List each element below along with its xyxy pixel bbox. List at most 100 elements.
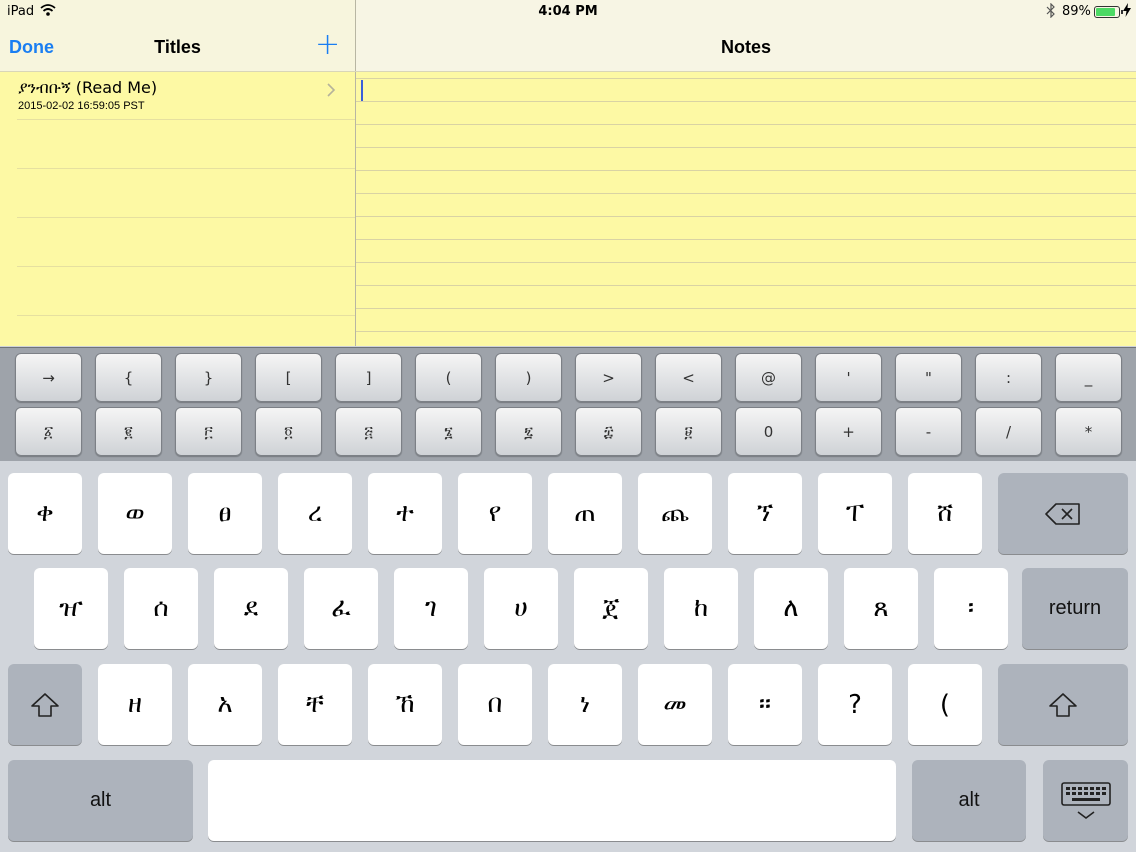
list-divider <box>17 217 355 218</box>
key[interactable]: ፡ <box>934 568 1008 649</box>
key[interactable]: ነ <box>548 664 622 745</box>
notes-title: Notes <box>720 37 771 57</box>
delete-button[interactable] <box>998 473 1128 554</box>
extra-key-right-paren[interactable]: ) <box>495 353 562 402</box>
key[interactable]: ጠ <box>548 473 622 554</box>
list-divider <box>17 266 355 267</box>
charging-icon <box>1123 3 1131 17</box>
extra-key-left-bracket[interactable]: [ <box>255 353 322 402</box>
extra-key-plus[interactable]: + <box>815 407 882 456</box>
note-date: 2015-02-02 16:59:05 PST <box>18 100 145 112</box>
keyboard-hide-icon <box>1060 781 1112 821</box>
extra-key-ethiopic-7[interactable]: ፯ <box>495 407 562 456</box>
key[interactable]: ቸ <box>278 664 352 745</box>
extra-key-ethiopic-9[interactable]: ፱ <box>655 407 722 456</box>
key[interactable]: የ <box>458 473 532 554</box>
extra-key-ethiopic-3[interactable]: ፫ <box>175 407 242 456</box>
key[interactable]: ። <box>728 664 802 745</box>
key[interactable]: ሸ <box>908 473 982 554</box>
key[interactable]: አ <box>188 664 262 745</box>
key[interactable]: ፐ <box>818 473 892 554</box>
extra-key-greater-than[interactable]: > <box>575 353 642 402</box>
extra-key-slash[interactable]: / <box>975 407 1042 456</box>
key[interactable]: ተ <box>368 473 442 554</box>
titles-title: Titles <box>154 37 201 57</box>
key[interactable]: ቀ <box>8 473 82 554</box>
extra-key-ethiopic-6[interactable]: ፮ <box>415 407 482 456</box>
key[interactable]: ገ <box>394 568 468 649</box>
key[interactable]: ከ <box>664 568 738 649</box>
alt-left-button[interactable]: alt <box>8 760 193 841</box>
key[interactable]: ወ <box>98 473 172 554</box>
status-bar: iPad 4:04 PM 89% <box>0 0 1136 72</box>
status-time: 4:04 PM <box>538 4 598 19</box>
paper-line <box>356 193 1136 194</box>
extra-key-right-brace[interactable]: } <box>175 353 242 402</box>
key[interactable]: ዘ <box>98 664 172 745</box>
key[interactable]: ረ <box>278 473 352 554</box>
keyboard: ቀ ወ ፀ ረ ተ የ ጠ ጨ ኘ ፐ ሸ ዠ ሰ ደ ፈ ገ ሀ ጀ ከ ለ … <box>0 461 1136 852</box>
key[interactable]: ሰ <box>124 568 198 649</box>
alt-label: alt <box>958 789 980 811</box>
titles-list: ያንብቡኝ (Read Me) 2015-02-02 16:59:05 PST <box>0 72 355 346</box>
key[interactable]: ፀ <box>188 473 262 554</box>
paper-line <box>356 262 1136 263</box>
paper-line <box>356 331 1136 332</box>
key[interactable]: ኸ <box>368 664 442 745</box>
key[interactable]: ጸ <box>844 568 918 649</box>
key[interactable]: ደ <box>214 568 288 649</box>
extra-key-less-than[interactable]: < <box>655 353 722 402</box>
list-divider <box>17 119 355 120</box>
delete-icon <box>1045 502 1081 526</box>
key[interactable]: በ <box>458 664 532 745</box>
extra-key-ethiopic-4[interactable]: ፬ <box>255 407 322 456</box>
shift-left-button[interactable] <box>8 664 82 745</box>
extra-key-ethiopic-2[interactable]: ፪ <box>95 407 162 456</box>
key[interactable]: ? <box>818 664 892 745</box>
note-editor[interactable] <box>356 72 1136 346</box>
battery-icon <box>1094 6 1123 18</box>
extra-key-left-brace[interactable]: { <box>95 353 162 402</box>
alt-label: alt <box>89 789 112 811</box>
key[interactable]: ዠ <box>34 568 108 649</box>
extra-key-left-paren[interactable]: ( <box>415 353 482 402</box>
list-item[interactable]: ያንብቡኝ (Read Me) 2015-02-02 16:59:05 PST <box>0 72 355 120</box>
extra-key-asterisk[interactable]: * <box>1055 407 1122 456</box>
chevron-right-icon <box>326 82 336 98</box>
titles-header: Done Titles + <box>0 24 355 71</box>
key[interactable]: ኘ <box>728 473 802 554</box>
paper-line <box>356 216 1136 217</box>
extra-key-right-bracket[interactable]: ] <box>335 353 402 402</box>
space-bar[interactable] <box>208 760 896 841</box>
extra-key-quote[interactable]: " <box>895 353 962 402</box>
extra-key-ethiopic-8[interactable]: ፰ <box>575 407 642 456</box>
shift-right-button[interactable] <box>998 664 1128 745</box>
paper-line <box>356 124 1136 125</box>
return-button[interactable]: return <box>1022 568 1128 649</box>
key[interactable]: ፈ <box>304 568 378 649</box>
extra-key-ethiopic-5[interactable]: ፭ <box>335 407 402 456</box>
add-note-button[interactable]: + <box>315 30 340 60</box>
extra-key-zero[interactable]: 0 <box>735 407 802 456</box>
paper-line <box>356 308 1136 309</box>
key[interactable]: ሀ <box>484 568 558 649</box>
key[interactable]: መ <box>638 664 712 745</box>
key[interactable]: ለ <box>754 568 828 649</box>
extra-key-arrow[interactable]: → <box>15 353 82 402</box>
key[interactable]: ጀ <box>574 568 648 649</box>
paper-line <box>356 147 1136 148</box>
extra-key-at[interactable]: @ <box>735 353 802 402</box>
key[interactable]: ጨ <box>638 473 712 554</box>
extra-key-colon[interactable]: : <box>975 353 1042 402</box>
paper-line <box>356 239 1136 240</box>
dismiss-keyboard-button[interactable] <box>1043 760 1128 841</box>
notes-header: Notes <box>356 24 1136 71</box>
extra-key-minus[interactable]: - <box>895 407 962 456</box>
shift-icon <box>1048 692 1078 718</box>
note-title: ያንብቡኝ (Read Me) <box>18 78 158 97</box>
alt-right-button[interactable]: alt <box>912 760 1026 841</box>
key[interactable]: ( <box>908 664 982 745</box>
extra-key-apostrophe[interactable]: ' <box>815 353 882 402</box>
extra-key-ethiopic-1[interactable]: ፩ <box>15 407 82 456</box>
extra-key-underscore[interactable]: _ <box>1055 353 1122 402</box>
